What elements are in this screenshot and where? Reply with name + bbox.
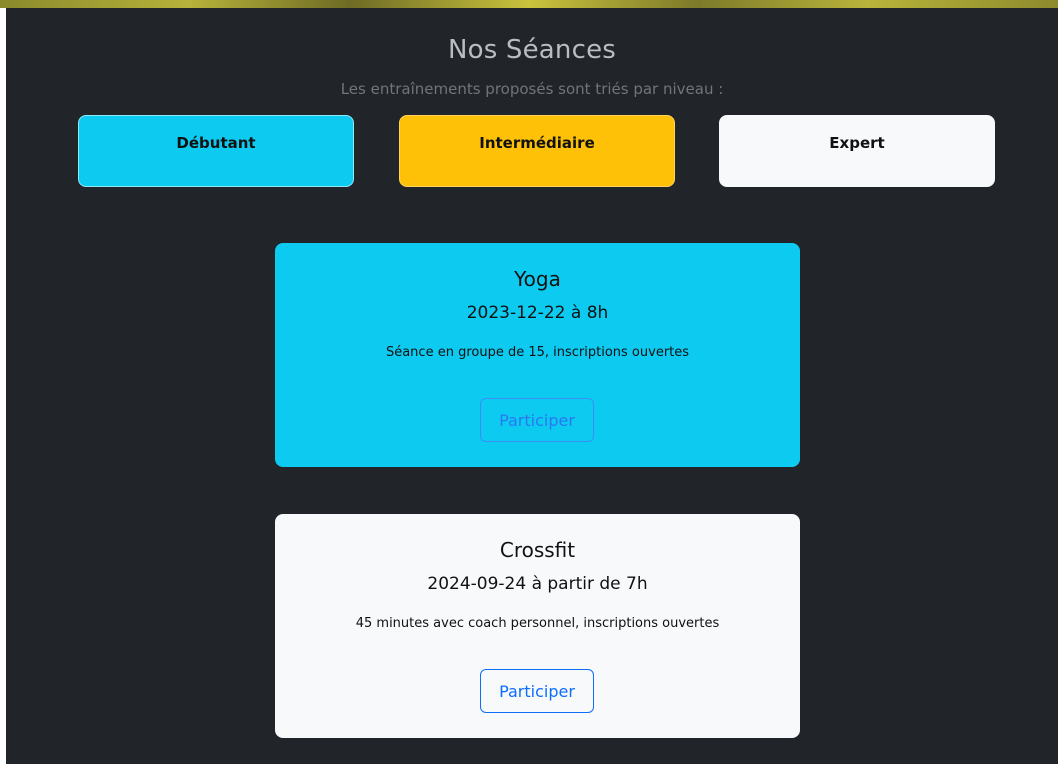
level-debutant-button[interactable]: Débutant (78, 115, 354, 187)
top-decorative-band (0, 0, 1058, 8)
session-date: 2023-12-22 à 8h (466, 303, 609, 323)
participer-button[interactable]: Participer (480, 398, 594, 442)
level-expert-button[interactable]: Expert (719, 115, 995, 187)
level-intermediaire-label: Intermédiaire (479, 134, 595, 152)
page-subtitle: Les entraînements proposés sont triés pa… (340, 80, 724, 98)
page-title: Nos Séances (447, 35, 617, 66)
level-debutant-label: Débutant (176, 134, 256, 152)
session-date: 2024-09-24 à partir de 7h (427, 574, 648, 594)
session-title: Yoga (514, 267, 561, 291)
session-description: Séance en groupe de 15, inscriptions ouv… (385, 345, 690, 360)
level-expert-label: Expert (829, 134, 885, 152)
session-card-crossfit: Crossfit 2024-09-24 à partir de 7h 45 mi… (275, 514, 800, 738)
session-title: Crossfit (499, 538, 576, 562)
session-card-yoga: Yoga 2023-12-22 à 8h Séance en groupe de… (275, 243, 800, 467)
level-intermediaire-button[interactable]: Intermédiaire (399, 115, 675, 187)
session-description: 45 minutes avec coach personnel, inscrip… (355, 616, 720, 631)
participer-button[interactable]: Participer (480, 669, 594, 713)
sessions-section: Nos Séances Les entraînements proposés s… (6, 8, 1058, 764)
